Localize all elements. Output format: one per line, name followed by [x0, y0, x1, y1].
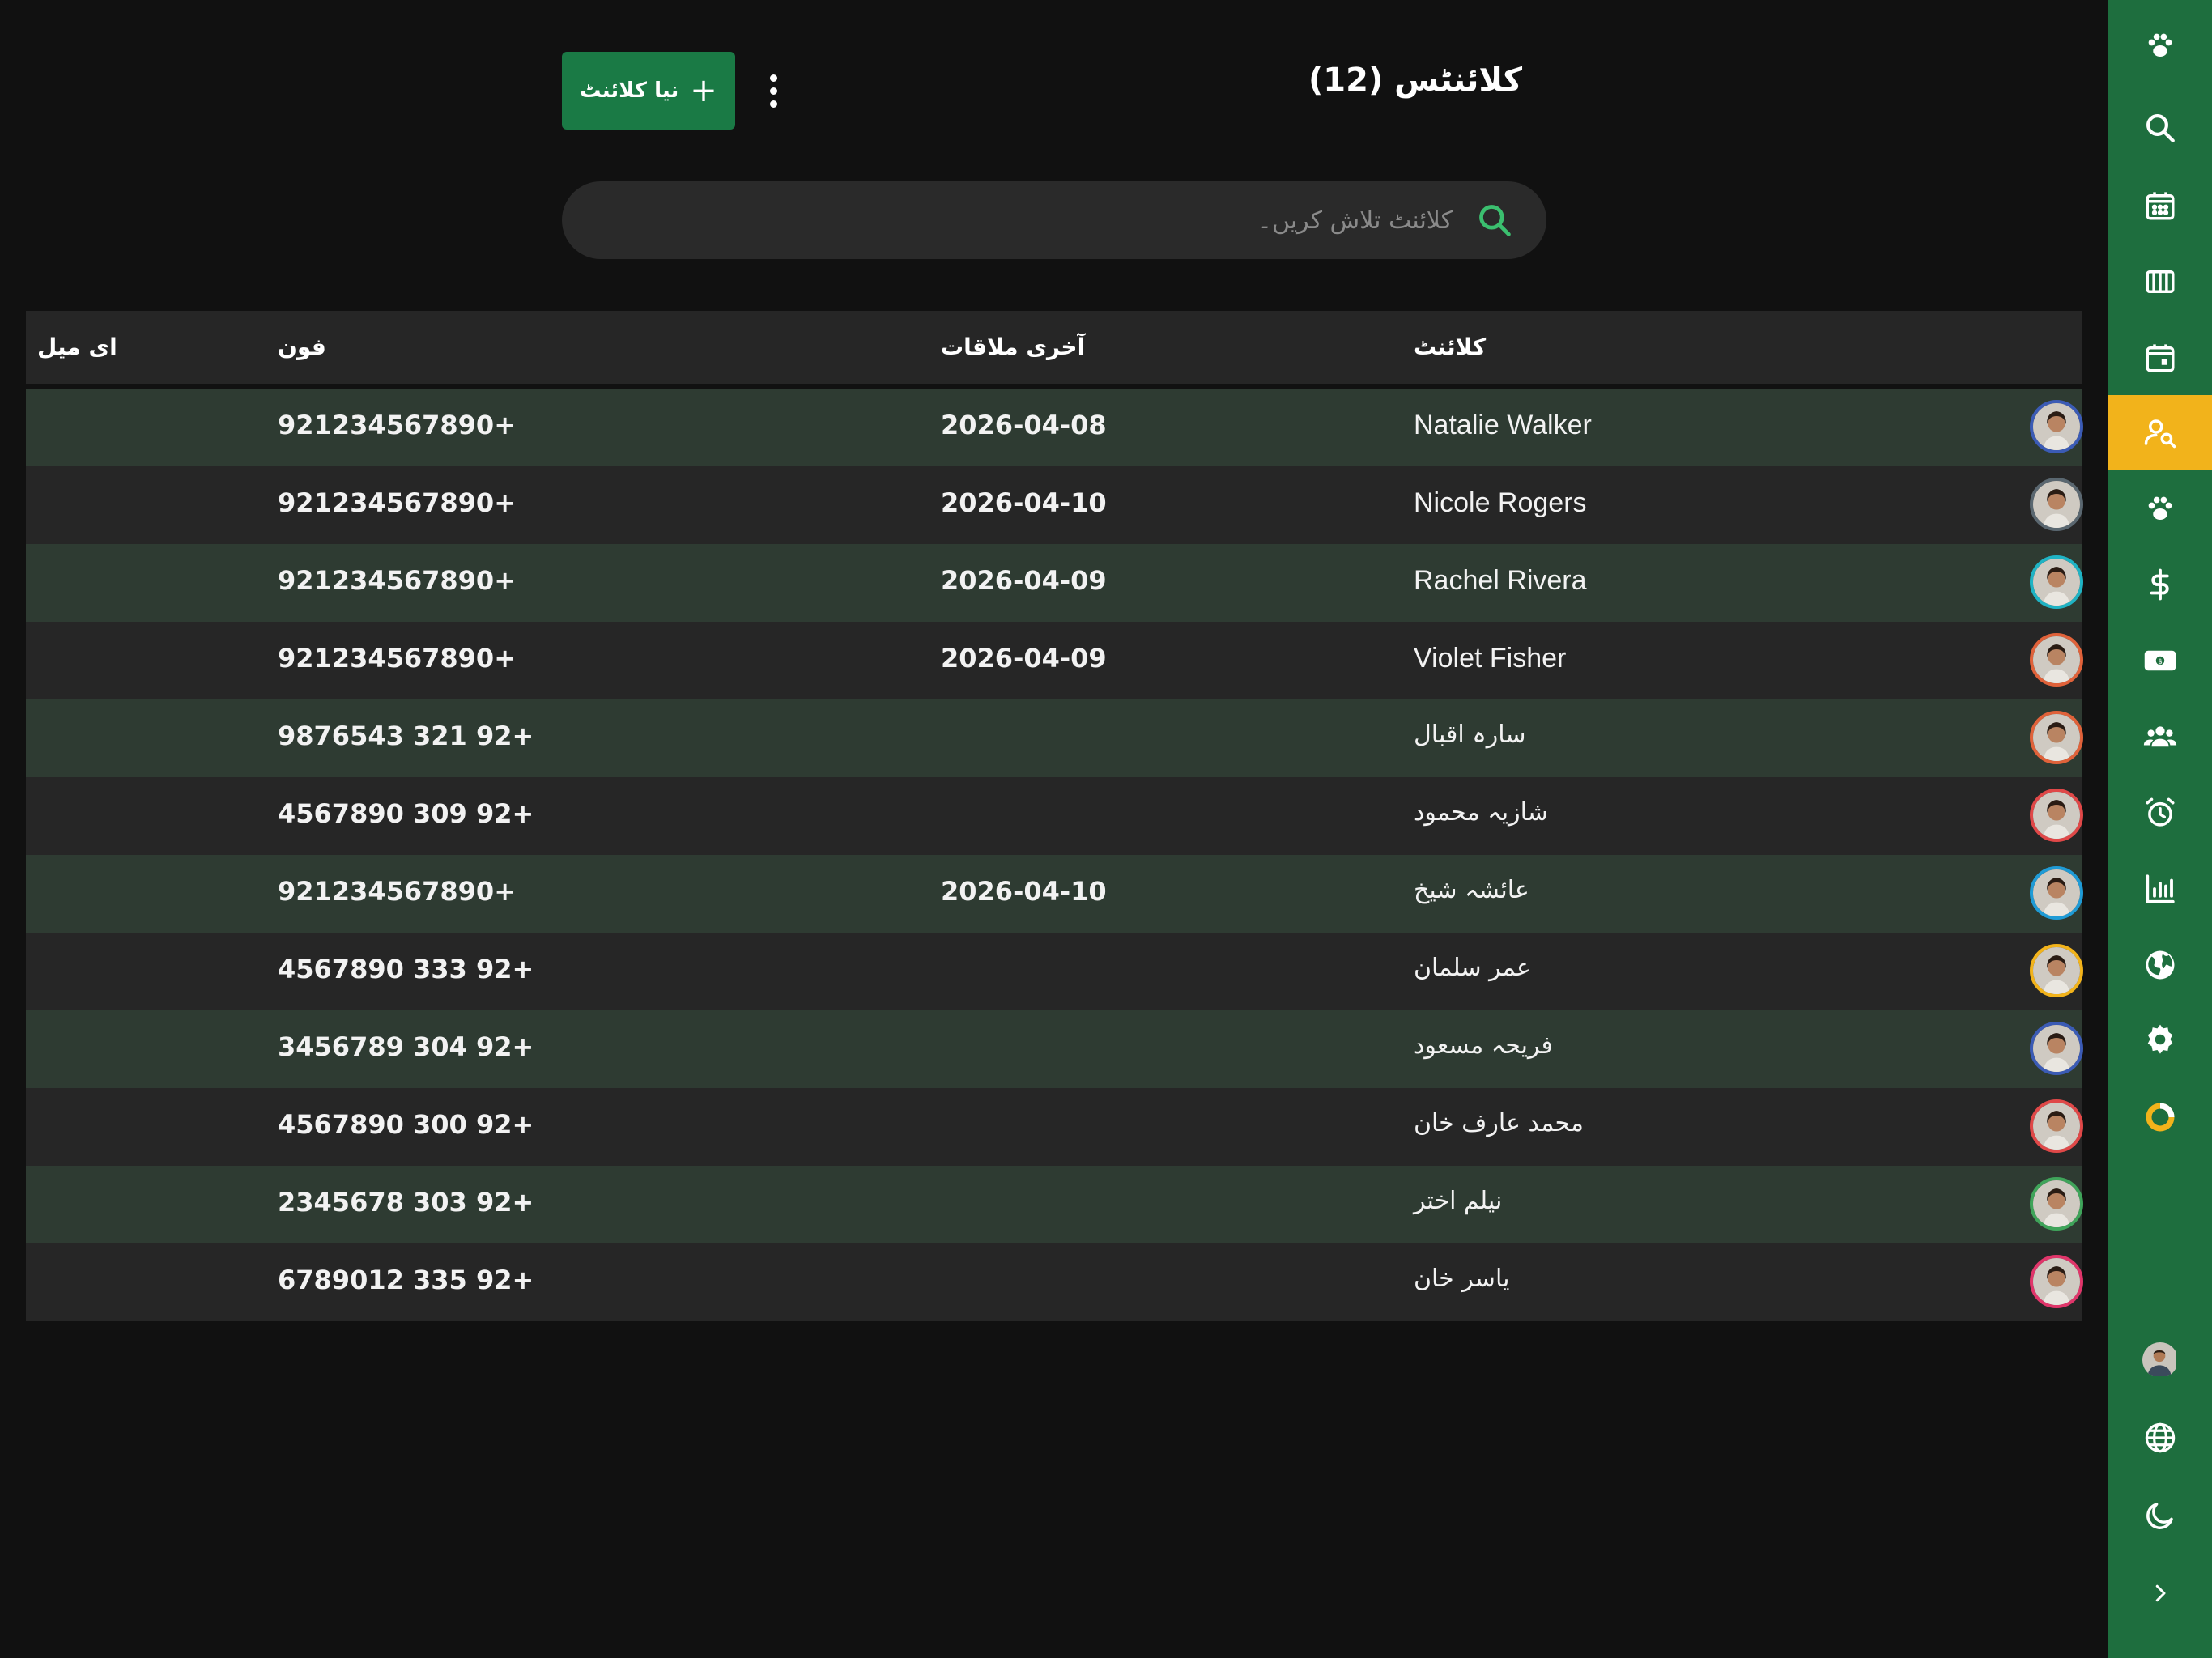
nav-clients-icon[interactable] — [2108, 395, 2212, 470]
client-name[interactable]: عمر سلمان — [1414, 954, 1531, 982]
table-body: Natalie Walker 2026-04-08 921234567890+ Nic… — [26, 389, 2083, 1321]
table-row[interactable]: محمد عارف خان 4567890 300 92+ — [26, 1088, 2083, 1166]
nav-progress-ring-icon[interactable] — [2108, 1080, 2212, 1154]
last-visit-date: 2026-04-10 — [941, 487, 1107, 518]
kebab-dot — [769, 100, 777, 108]
kebab-dot — [769, 74, 777, 82]
table-row[interactable]: Nicole Rogers 2026-04-10 921234567890+ — [26, 466, 2083, 544]
page-title: کلائنٹس (12) — [1308, 62, 1522, 99]
last-visit-date: 2026-04-09 — [941, 565, 1107, 596]
table-row[interactable]: یاسر خان 6789012 335 92+ — [26, 1244, 2083, 1321]
logo-paw-icon[interactable] — [2108, 8, 2212, 83]
table-row[interactable]: سارہ اقبال 9876543 321 92+ — [26, 699, 2083, 777]
client-search-input[interactable] — [594, 181, 1453, 259]
client-avatar — [2030, 1099, 2083, 1153]
clients-table: کلائنٹ آخری ملاقات فون ای میل Natalie Wa… — [26, 311, 2083, 1321]
table-row[interactable]: Violet Fisher 2026-04-09 921234567890+ — [26, 622, 2083, 699]
table-row[interactable]: شازیہ محمود 4567890 309 92+ — [26, 777, 2083, 855]
chevron-right-icon[interactable] — [2108, 1556, 2212, 1630]
nav-bar-chart-icon[interactable] — [2108, 852, 2212, 926]
client-phone: 921234567890+ — [278, 876, 516, 907]
nav-settings-icon[interactable] — [2108, 1002, 2212, 1077]
nav-cash-icon[interactable]: $ — [2108, 623, 2212, 698]
table-row[interactable]: Rachel Rivera 2026-04-09 921234567890+ — [26, 544, 2083, 622]
client-phone: 6789012 335 92+ — [278, 1265, 534, 1295]
last-visit-date: 2026-04-10 — [941, 876, 1107, 907]
client-name[interactable]: Nicole Rogers — [1414, 487, 1587, 519]
client-name[interactable]: سارہ اقبال — [1414, 721, 1526, 749]
last-visit-date: 2026-04-09 — [941, 643, 1107, 674]
app-root: کلائنٹس (12) نیا کلائنٹ + کلائنٹ آخری مل… — [0, 0, 2212, 1658]
client-name[interactable]: Natalie Walker — [1414, 410, 1592, 441]
nav-calendar-grid-icon[interactable] — [2108, 168, 2212, 243]
nav-users-icon[interactable] — [2108, 699, 2212, 774]
client-name[interactable]: فریحہ مسعود — [1414, 1031, 1553, 1060]
column-header-client[interactable]: کلائنٹ — [1414, 334, 1486, 360]
client-name[interactable]: یاسر خان — [1414, 1265, 1509, 1293]
table-header: کلائنٹ آخری ملاقات فون ای میل — [26, 311, 2082, 384]
table-row[interactable]: عائشہ شیخ 2026-04-10 921234567890+ — [26, 855, 2083, 933]
new-client-button[interactable]: نیا کلائنٹ + — [562, 52, 735, 130]
client-search-bar — [562, 181, 1546, 259]
client-phone: 2345678 303 92+ — [278, 1187, 534, 1218]
client-phone: 4567890 300 92+ — [278, 1109, 534, 1140]
nav-paw-icon[interactable] — [2108, 471, 2212, 546]
client-name[interactable]: نیلم اختر — [1414, 1187, 1502, 1215]
column-header-email[interactable]: ای میل — [37, 334, 117, 360]
client-phone: 4567890 333 92+ — [278, 954, 534, 984]
client-name[interactable]: عائشہ شیخ — [1414, 876, 1529, 904]
client-avatar — [2030, 1022, 2083, 1075]
client-phone: 9876543 321 92+ — [278, 721, 534, 751]
last-visit-date: 2026-04-08 — [941, 410, 1107, 440]
nav-columns-icon[interactable] — [2108, 244, 2212, 319]
nav-globe-icon[interactable] — [2108, 928, 2212, 1002]
client-avatar — [2030, 555, 2083, 609]
nav-search-icon[interactable] — [2108, 91, 2212, 165]
client-phone: 921234567890+ — [278, 410, 516, 440]
nav-calendar-day-icon[interactable] — [2108, 321, 2212, 395]
client-phone: 3456789 304 92+ — [278, 1031, 534, 1062]
table-row[interactable]: نیلم اختر 2345678 303 92+ — [26, 1166, 2083, 1244]
table-row[interactable]: Natalie Walker 2026-04-08 921234567890+ — [26, 389, 2083, 466]
client-avatar — [2030, 478, 2083, 531]
column-header-last-visit[interactable]: آخری ملاقات — [941, 334, 1085, 360]
search-icon[interactable] — [1477, 202, 1512, 238]
client-name[interactable]: محمد عارف خان — [1414, 1109, 1584, 1137]
more-options-button[interactable] — [761, 65, 785, 117]
client-avatar — [2030, 944, 2083, 997]
table-row[interactable]: عمر سلمان 4567890 333 92+ — [26, 933, 2083, 1010]
client-avatar — [2030, 400, 2083, 453]
client-avatar — [2030, 633, 2083, 687]
language-icon[interactable] — [2108, 1401, 2212, 1475]
nav-alarm-icon[interactable] — [2108, 776, 2212, 850]
new-client-label: نیا کلائنٹ — [580, 79, 679, 103]
column-header-phone[interactable]: فون — [278, 334, 326, 360]
svg-text:$: $ — [2158, 658, 2163, 666]
client-phone: 921234567890+ — [278, 565, 516, 596]
kebab-dot — [769, 87, 777, 95]
client-name[interactable]: شازیہ محمود — [1414, 798, 1548, 827]
client-name[interactable]: Rachel Rivera — [1414, 565, 1587, 597]
table-row[interactable]: فریحہ مسعود 3456789 304 92+ — [26, 1010, 2083, 1088]
user-avatar[interactable] — [2108, 1323, 2212, 1397]
client-phone: 921234567890+ — [278, 487, 516, 518]
client-avatar — [2030, 789, 2083, 842]
plus-icon: + — [690, 72, 717, 109]
client-avatar — [2030, 866, 2083, 920]
dark-mode-moon-icon[interactable] — [2108, 1478, 2212, 1553]
client-name[interactable]: Violet Fisher — [1414, 643, 1566, 674]
client-phone: 921234567890+ — [278, 643, 516, 674]
client-avatar — [2030, 711, 2083, 764]
client-avatar — [2030, 1255, 2083, 1308]
nav-dollar-icon[interactable] — [2108, 547, 2212, 622]
client-avatar — [2030, 1177, 2083, 1231]
client-phone: 4567890 309 92+ — [278, 798, 534, 829]
sidebar: $ — [2108, 0, 2212, 1658]
